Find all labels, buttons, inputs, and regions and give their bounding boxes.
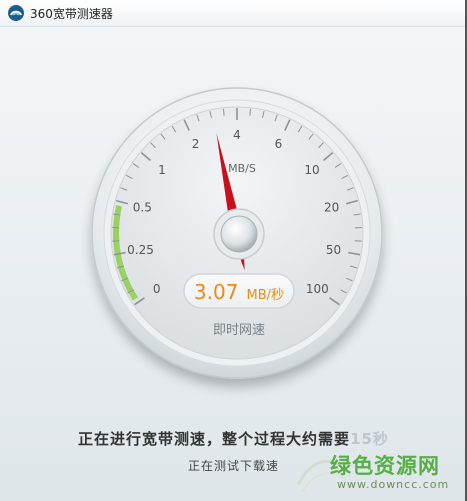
tick-label: 0.25 xyxy=(127,243,154,257)
speed-value: 3.07 xyxy=(194,280,239,304)
tick-label: 1 xyxy=(158,163,166,177)
status-main-faded: 15秒 xyxy=(350,430,389,448)
tick-label: 0 xyxy=(153,282,161,296)
gauge-caption: 即时网速 xyxy=(213,323,265,338)
tick-label: 6 xyxy=(275,137,283,151)
tick-label: 0.5 xyxy=(133,201,152,215)
needle-hub xyxy=(220,215,258,253)
speed-gauge: 0 0.25 0.5 1 2 4 6 10 20 50 100 MB/S 3.07 MB/秒 即时网… xyxy=(91,87,383,379)
speed-unit: MB/秒 xyxy=(247,288,285,303)
tick-label: 100 xyxy=(306,282,329,296)
tick-label: 10 xyxy=(304,163,319,177)
watermark-url: www.downcc.com xyxy=(337,478,450,491)
tick-label: 4 xyxy=(233,128,241,142)
tick-label: 20 xyxy=(324,201,339,215)
tick-label: 2 xyxy=(192,137,200,151)
tick-label: 50 xyxy=(326,243,341,257)
watermark-name: 绿色资源网 xyxy=(330,454,440,478)
unit-label: MB/S xyxy=(228,162,256,175)
status-message: 正在进行宽带测速，整个过程大约需要15秒 xyxy=(0,428,467,449)
